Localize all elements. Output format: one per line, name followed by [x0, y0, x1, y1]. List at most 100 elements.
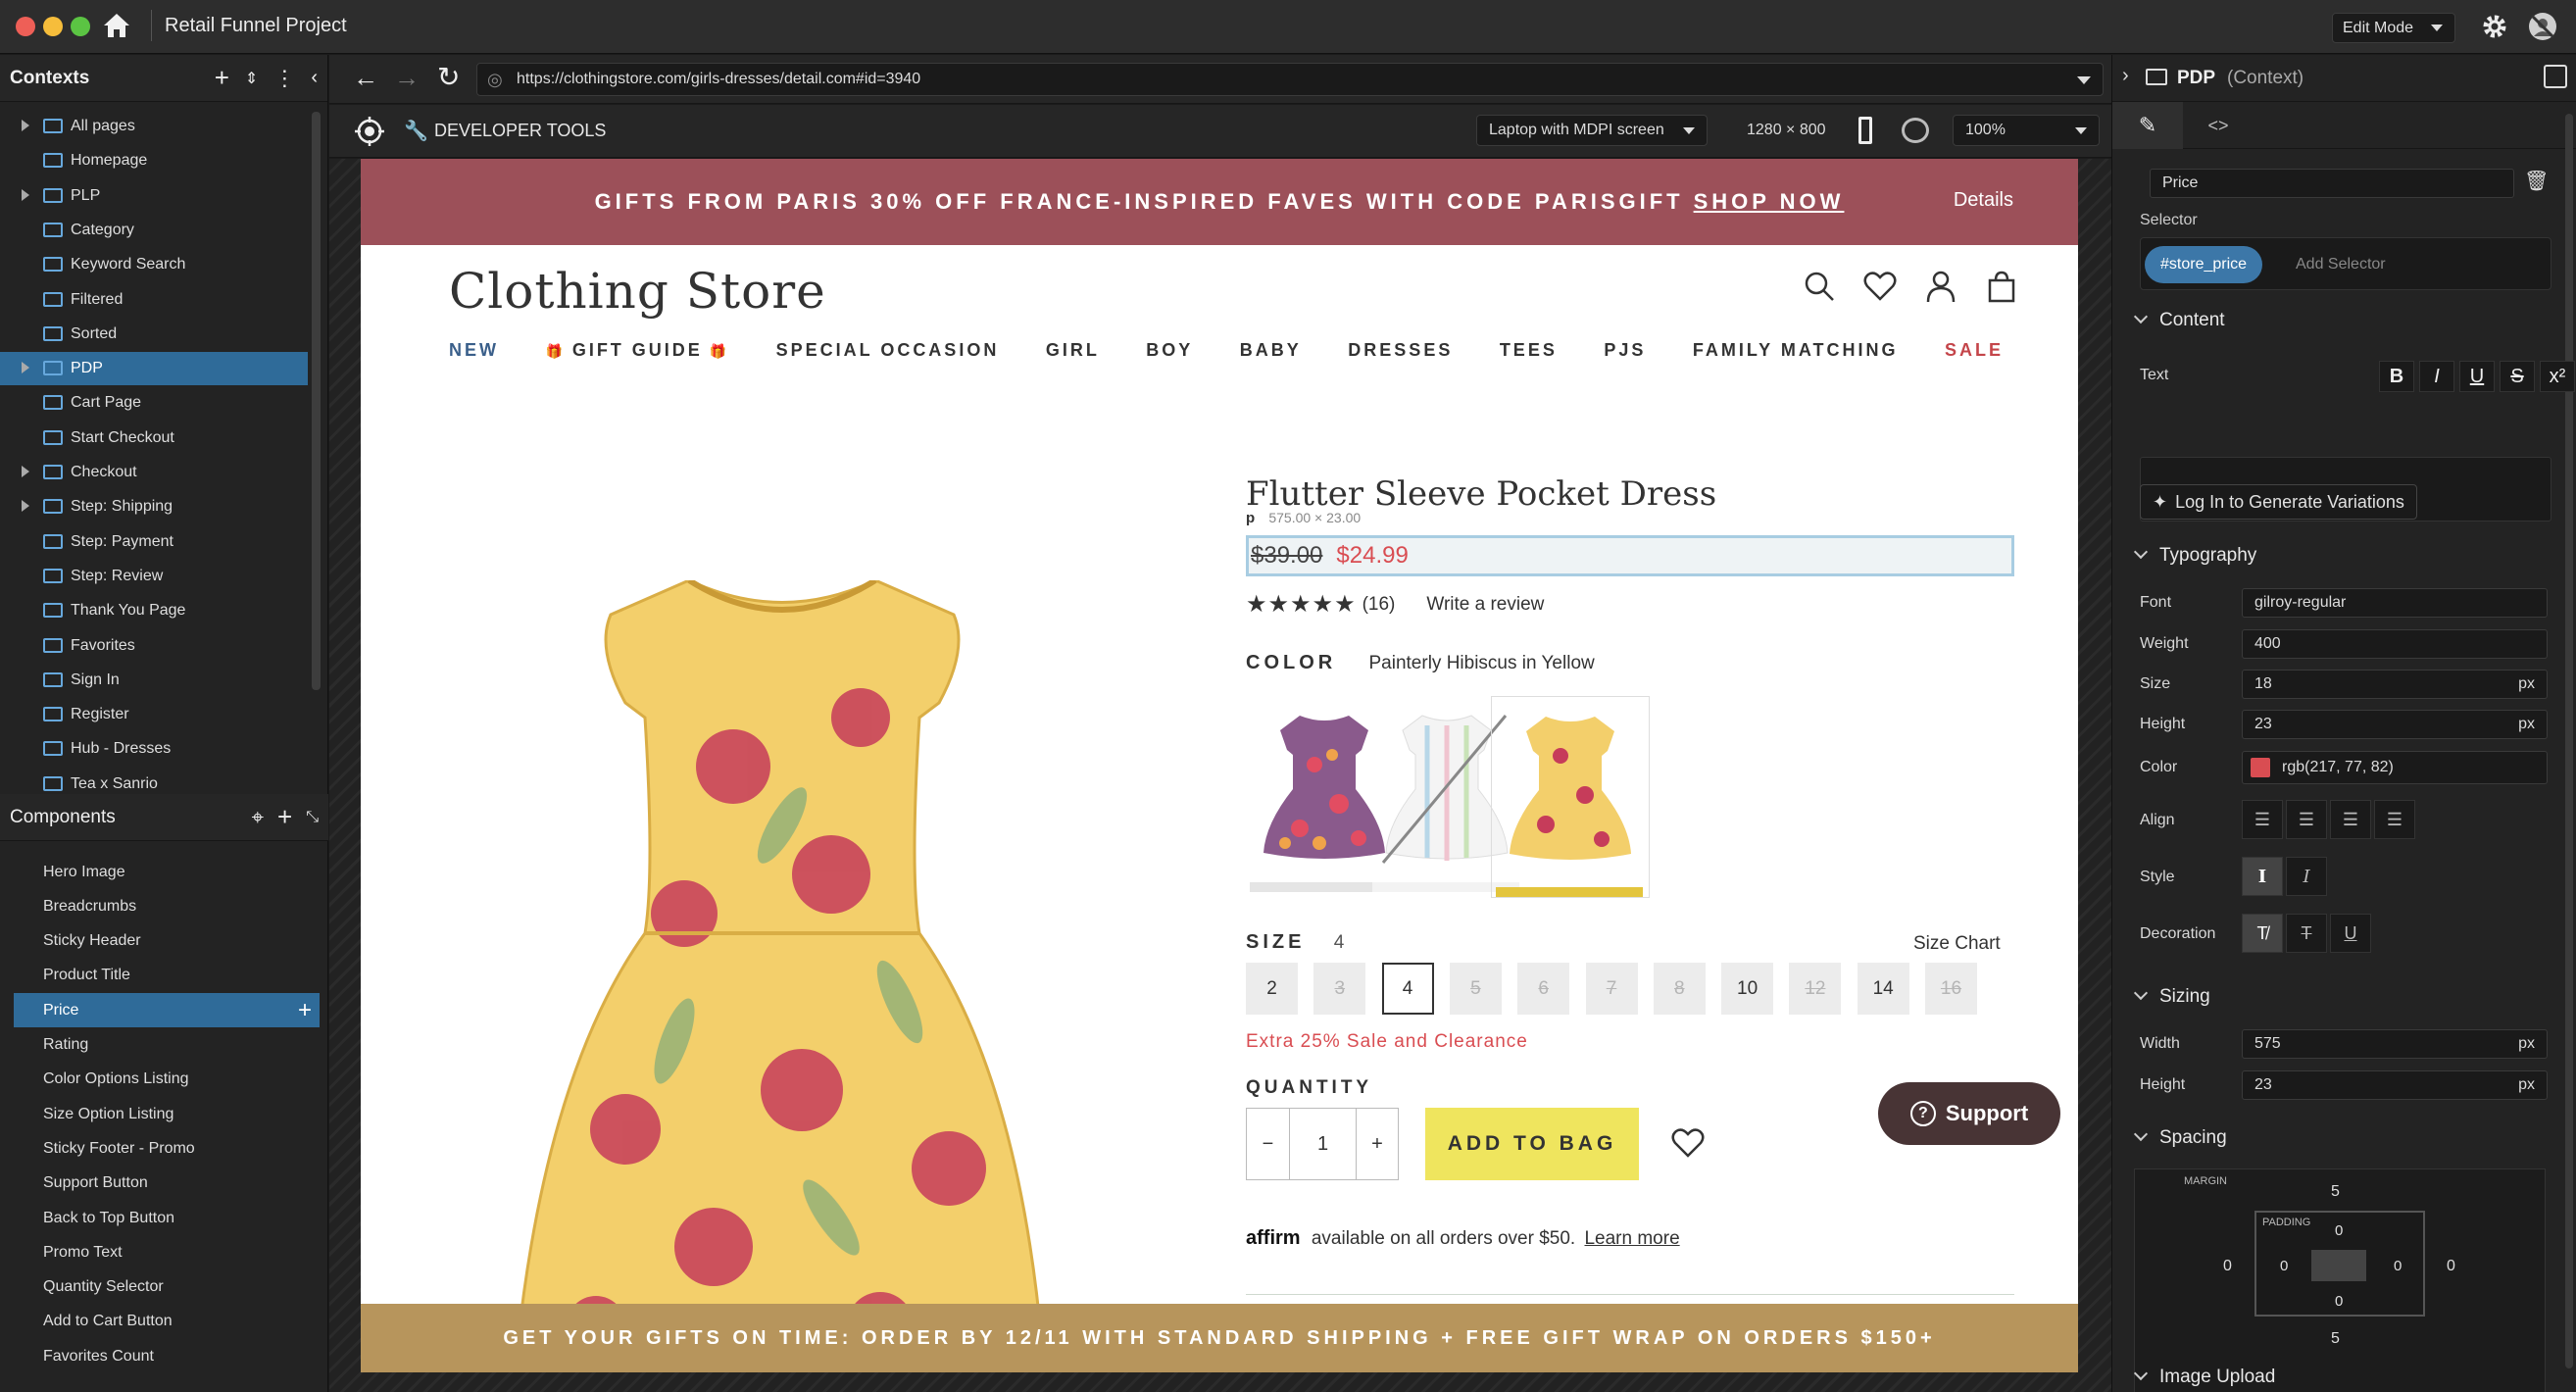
gear-icon[interactable]: [2480, 12, 2509, 41]
code-tab[interactable]: <>: [2183, 102, 2254, 149]
size-option[interactable]: 8: [1653, 963, 1706, 1015]
decoration-underline-icon[interactable]: U: [2330, 914, 2371, 953]
url-dropdown-icon[interactable]: [2077, 76, 2091, 84]
component-name-input[interactable]: Price: [2150, 169, 2514, 198]
product-image[interactable]: [508, 580, 1057, 1372]
collapse-panel-icon[interactable]: ‹: [311, 67, 318, 89]
expand-caret-icon[interactable]: [22, 120, 29, 131]
padding-left-value[interactable]: 0: [2280, 1258, 2288, 1274]
promo-banner-top[interactable]: GIFTS FROM PARIS 30% OFF FRANCE-INSPIRED…: [361, 159, 2078, 245]
add-selector-input[interactable]: Add Selector: [2296, 256, 2386, 273]
margin-top-value[interactable]: 5: [2331, 1183, 2340, 1201]
zoom-select[interactable]: 100%: [1953, 115, 2100, 146]
context-item[interactable]: Thank You Page: [0, 594, 308, 627]
add-child-icon[interactable]: +: [298, 997, 312, 1024]
quantity-input[interactable]: 1: [1290, 1109, 1357, 1179]
nav-item[interactable]: TEES: [1500, 340, 1558, 361]
font-size-input[interactable]: 18 px: [2242, 670, 2548, 699]
context-item[interactable]: Cart Page: [0, 386, 308, 420]
context-item[interactable]: Step: Shipping: [0, 490, 308, 523]
context-item[interactable]: Homepage: [0, 144, 308, 177]
heart-icon[interactable]: [1862, 269, 1898, 304]
selector-chip[interactable]: #store_price: [2145, 246, 2263, 283]
context-item[interactable]: Sign In: [0, 664, 308, 697]
bag-icon[interactable]: [1984, 269, 2019, 304]
component-item[interactable]: Color Options Listing: [14, 1063, 320, 1097]
align-left-icon[interactable]: ☰: [2242, 800, 2283, 839]
more-options-icon[interactable]: ⋮: [273, 66, 295, 91]
size-option[interactable]: 6: [1517, 963, 1570, 1015]
nav-item[interactable]: FAMILY MATCHING: [1693, 340, 1899, 361]
size-option[interactable]: 2: [1246, 963, 1298, 1015]
collapse-components-icon[interactable]: ⤡: [306, 809, 319, 826]
inspect-target-icon[interactable]: [355, 117, 384, 146]
maximize-window-button[interactable]: [71, 17, 90, 36]
bold-icon[interactable]: B: [2379, 361, 2414, 392]
size-option[interactable]: 7: [1585, 963, 1638, 1015]
size-chart-link[interactable]: Size Chart: [1913, 933, 2001, 955]
style-italic-icon[interactable]: I: [2286, 857, 2327, 896]
color-swatch[interactable]: [2251, 758, 2270, 777]
trash-icon[interactable]: 🗑: [2524, 169, 2549, 193]
nav-item[interactable]: SALE: [1945, 340, 2004, 361]
component-item[interactable]: Support Button: [14, 1167, 320, 1201]
target-icon[interactable]: ⌖: [252, 805, 264, 830]
component-item[interactable]: Add to Cart Button: [14, 1305, 320, 1339]
add-context-icon[interactable]: +: [215, 63, 229, 93]
component-item[interactable]: Sticky Header: [14, 924, 320, 959]
strikethrough-icon[interactable]: S: [2500, 361, 2535, 392]
learn-more-link[interactable]: Learn more: [1584, 1228, 1679, 1249]
size-option[interactable]: 5: [1449, 963, 1502, 1015]
spacing-section-header[interactable]: Spacing: [2112, 1126, 2576, 1149]
sizing-section-header[interactable]: Sizing: [2112, 985, 2576, 1008]
context-item[interactable]: Category: [0, 214, 308, 247]
expand-arrow-icon[interactable]: ›: [2122, 65, 2129, 87]
expand-caret-icon[interactable]: [22, 362, 29, 374]
context-item[interactable]: Filtered: [0, 283, 308, 317]
align-right-icon[interactable]: ☰: [2330, 800, 2371, 839]
padding-bottom-value[interactable]: 0: [2335, 1293, 2343, 1310]
size-option[interactable]: 16: [1925, 963, 1977, 1015]
nav-item[interactable]: 🎁 GIFT GUIDE 🎁: [545, 340, 729, 361]
margin-left-value[interactable]: 0: [2223, 1258, 2232, 1275]
component-item[interactable]: Back to Top Button: [14, 1201, 320, 1235]
add-component-icon[interactable]: +: [277, 802, 292, 832]
decoration-none-icon[interactable]: T̸: [2242, 914, 2283, 953]
italic-icon[interactable]: I: [2419, 361, 2454, 392]
size-option[interactable]: 14: [1857, 963, 1909, 1015]
align-center-icon[interactable]: ☰: [2286, 800, 2327, 839]
context-item[interactable]: PDP: [0, 352, 308, 386]
device-select[interactable]: Laptop with MDPI screen: [1476, 115, 1708, 146]
typography-section-header[interactable]: Typography: [2112, 544, 2576, 567]
quantity-decrease-button[interactable]: −: [1247, 1109, 1290, 1179]
component-item[interactable]: Quantity Selector: [14, 1270, 320, 1305]
sizing-width-input[interactable]: 575 px: [2242, 1029, 2548, 1059]
component-item[interactable]: Sticky Footer - Promo: [14, 1131, 320, 1166]
search-icon[interactable]: [1802, 269, 1837, 304]
nav-item[interactable]: GIRL: [1046, 340, 1100, 361]
font-input[interactable]: gilroy-regular: [2242, 588, 2548, 618]
context-item[interactable]: Step: Payment: [0, 525, 308, 559]
expand-caret-icon[interactable]: [22, 466, 29, 477]
superscript-icon[interactable]: x²: [2540, 361, 2575, 392]
component-item[interactable]: Favorites Count: [14, 1339, 320, 1373]
component-item[interactable]: Size Option Listing: [14, 1097, 320, 1131]
inspector-scrollbar[interactable]: [2565, 114, 2573, 1368]
nav-item[interactable]: PJS: [1604, 340, 1646, 361]
account-blocked-icon[interactable]: [2527, 11, 2558, 42]
component-item[interactable]: Hero Image: [14, 855, 320, 889]
shop-now-link[interactable]: SHOP NOW: [1694, 189, 1845, 215]
add-to-bag-button[interactable]: ADD TO BAG: [1425, 1108, 1639, 1180]
size-option[interactable]: 12: [1789, 963, 1842, 1015]
weight-input[interactable]: 400: [2242, 629, 2548, 659]
context-item[interactable]: All pages: [0, 110, 308, 143]
store-logo[interactable]: Clothing Store: [449, 263, 826, 320]
minimize-window-button[interactable]: [43, 17, 63, 36]
expand-caret-icon[interactable]: [22, 500, 29, 513]
context-item[interactable]: Keyword Search: [0, 248, 308, 281]
close-window-button[interactable]: [16, 17, 35, 36]
context-item[interactable]: Start Checkout: [0, 422, 308, 455]
context-item[interactable]: Favorites: [0, 629, 308, 663]
decoration-strike-icon[interactable]: T: [2286, 914, 2327, 953]
reload-icon[interactable]: ↻: [437, 61, 460, 93]
